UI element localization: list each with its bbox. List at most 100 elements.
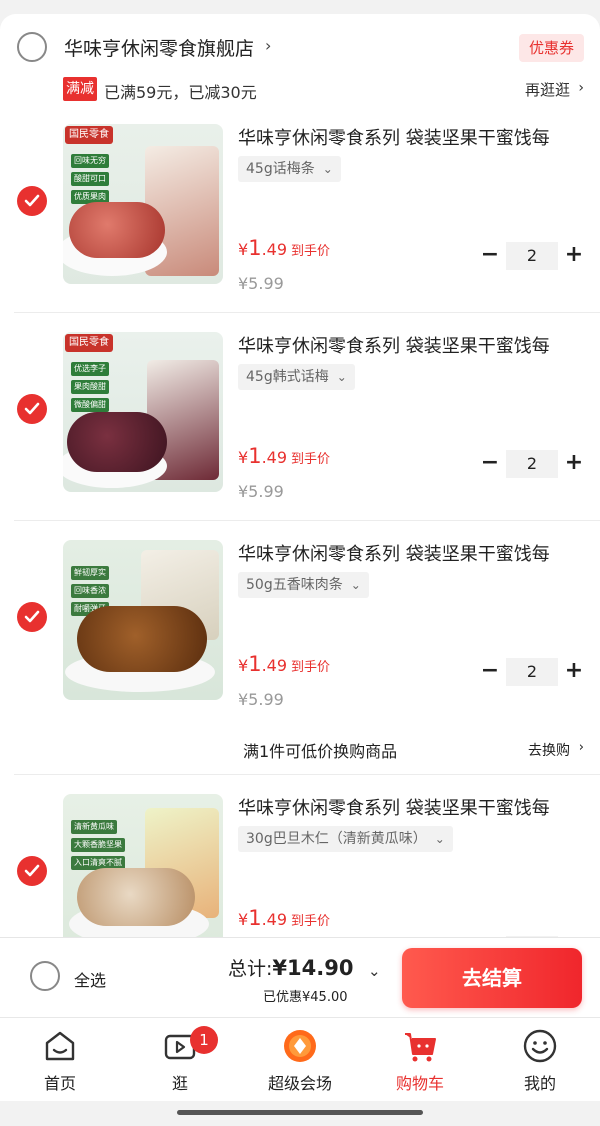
thumb-badge: 国民零食 [65, 334, 113, 352]
super-venue-icon [284, 1030, 316, 1062]
chevron-right-icon[interactable]: › [578, 80, 584, 96]
quantity-stepper: − 2 + [480, 450, 584, 478]
promo-row: 满减 已满59元，已减30元 再逛逛 › [0, 76, 600, 104]
checkout-bar: 全选 总计:¥14.90 ⌄ 已优惠¥45.00 去结算 [0, 937, 600, 1017]
tab-label: 我的 [523, 1074, 556, 1093]
browse-more-link[interactable]: 再逛逛 [525, 79, 570, 100]
thumb-tag: 回味无穷 [71, 154, 109, 168]
spec-selector[interactable]: 45g话梅条 ⌄ [238, 156, 341, 182]
quantity-input[interactable]: 2 [506, 658, 558, 686]
checkmark-icon [24, 402, 40, 415]
tab-label: 逛 [171, 1074, 188, 1093]
increase-button[interactable]: + [564, 658, 584, 686]
chevron-down-icon: ⌄ [336, 370, 347, 384]
decrease-button[interactable]: − [480, 658, 500, 686]
thumb-tag: 大颗香脆坚果 [71, 838, 125, 852]
home-icon [45, 1031, 75, 1061]
tab-super-venue[interactable]: 超级会场 [240, 1018, 360, 1102]
chevron-down-icon[interactable]: ⌄ [368, 962, 381, 980]
chevron-right-icon[interactable]: › [579, 740, 584, 755]
product-title[interactable]: 华味亨休闲零食系列 袋装坚果干蜜饯每 [238, 794, 583, 820]
spec-label: 50g五香味肉条 [246, 577, 343, 593]
select-all-label[interactable]: 全选 [74, 967, 106, 991]
coupon-button[interactable]: 优惠券 [518, 34, 584, 62]
chevron-down-icon: ⌄ [434, 832, 445, 846]
tab-label: 超级会场 [267, 1074, 332, 1093]
store-header: 华味亨休闲零食旗舰店 › 优惠券 [0, 14, 600, 74]
tab-label: 购物车 [395, 1074, 444, 1093]
chevron-down-icon: ⌄ [322, 162, 333, 176]
notification-badge: 1 [190, 1026, 218, 1054]
tab-browse[interactable]: 1 逛 [120, 1018, 240, 1102]
increase-button[interactable]: + [564, 242, 584, 270]
item-checkbox-checked[interactable] [17, 602, 47, 632]
thumb-tag: 优选李子 [71, 362, 109, 376]
checkmark-icon [24, 610, 40, 623]
spec-selector[interactable]: 50g五香味肉条 ⌄ [238, 572, 369, 598]
original-price: ¥5.99 [238, 274, 284, 293]
quantity-stepper: − 2 + [480, 242, 584, 270]
divider [14, 312, 600, 313]
quantity-input[interactable]: 2 [506, 450, 558, 478]
original-price: ¥5.99 [238, 482, 284, 501]
tab-profile[interactable]: 我的 [480, 1018, 600, 1102]
decrease-button[interactable]: − [480, 242, 500, 270]
cart-item: 清新黄瓜味 大颗香脆坚果 入口清爽不腻 华味亨休闲零食系列 袋装坚果干蜜饯每 3… [0, 794, 600, 954]
tab-label: 首页 [43, 1074, 76, 1093]
exchange-text: 满1件可低价换购商品 [243, 742, 398, 761]
product-title[interactable]: 华味亨休闲零食系列 袋装坚果干蜜饯每 [238, 332, 583, 358]
promo-tag: 满减 [63, 77, 97, 101]
original-price: ¥5.99 [238, 690, 284, 709]
meat-strips [77, 606, 207, 672]
spec-label: 30g巴旦木仁（清新黄瓜味） [246, 831, 427, 847]
product-image[interactable]: 鲜韧厚实 回味香浓 耐嚼弹牙 [63, 540, 223, 700]
quantity-input[interactable]: 2 [506, 242, 558, 270]
tab-home[interactable]: 首页 [0, 1018, 120, 1102]
product-image[interactable]: 清新黄瓜味 大颗香脆坚果 入口清爽不腻 [63, 794, 223, 954]
product-image[interactable]: 国民零食 回味无穷 酸甜可口 优质果肉 [63, 124, 223, 284]
chevron-right-icon[interactable]: › [265, 36, 271, 55]
spec-selector[interactable]: 45g韩式话梅 ⌄ [238, 364, 355, 390]
home-indicator[interactable] [177, 1110, 423, 1115]
product-title[interactable]: 华味亨休闲零食系列 袋装坚果干蜜饯每 [238, 540, 583, 566]
saved-amount: 已优惠¥45.00 [263, 990, 348, 1005]
thumb-tag: 回味香浓 [71, 584, 109, 598]
profile-icon [523, 1029, 557, 1063]
almonds [77, 868, 195, 926]
final-price: ¥1.49 到手价 [238, 444, 331, 468]
spec-label: 45g话梅条 [246, 161, 315, 177]
decrease-button[interactable]: − [480, 450, 500, 478]
item-checkbox-checked[interactable] [17, 856, 47, 886]
quantity-stepper: − 2 + [480, 658, 584, 686]
store-name[interactable]: 华味亨休闲零食旗舰店 [64, 34, 254, 61]
thumb-tag: 鲜韧厚实 [71, 566, 109, 580]
divider [14, 520, 600, 521]
checkmark-icon [24, 194, 40, 207]
thumb-tag: 果肉酸甜 [71, 380, 109, 394]
thumb-tag: 酸甜可口 [71, 172, 109, 186]
thumb-tag: 微酸偏甜 [71, 398, 109, 412]
chevron-down-icon: ⌄ [350, 578, 361, 592]
dried-plum-strips [69, 202, 165, 258]
exchange-link[interactable]: 去换购 [528, 740, 570, 760]
system-nav-bar [0, 1101, 600, 1126]
store-cart-card: 华味亨休闲零食旗舰店 › 优惠券 满减 已满59元，已减30元 再逛逛 › 国民… [0, 14, 600, 954]
item-checkbox-checked[interactable] [17, 394, 47, 424]
item-checkbox-checked[interactable] [17, 186, 47, 216]
spec-selector[interactable]: 30g巴旦木仁（清新黄瓜味） ⌄ [238, 826, 453, 852]
final-price: ¥1.49 到手价 [238, 236, 331, 260]
dried-plums [67, 412, 167, 472]
increase-button[interactable]: + [564, 450, 584, 478]
promo-text: 已满59元，已减30元 [104, 83, 257, 102]
final-price: ¥1.49 到手价 [238, 906, 331, 930]
cart-item: 国民零食 优选李子 果肉酸甜 微酸偏甜 华味亨休闲零食系列 袋装坚果干蜜饯每 4… [0, 332, 600, 528]
tab-cart[interactable]: 购物车 [360, 1018, 480, 1102]
total-price: 总计:¥14.90 [228, 956, 354, 980]
select-all-checkbox[interactable] [30, 961, 60, 991]
exchange-row: 满1件可低价换购商品 去换购 › [0, 734, 600, 764]
store-select-checkbox[interactable] [17, 32, 47, 62]
product-image[interactable]: 国民零食 优选李子 果肉酸甜 微酸偏甜 [63, 332, 223, 492]
spec-label: 45g韩式话梅 [246, 369, 329, 385]
product-title[interactable]: 华味亨休闲零食系列 袋装坚果干蜜饯每 [238, 124, 583, 150]
checkout-button[interactable]: 去结算 [402, 948, 582, 1008]
